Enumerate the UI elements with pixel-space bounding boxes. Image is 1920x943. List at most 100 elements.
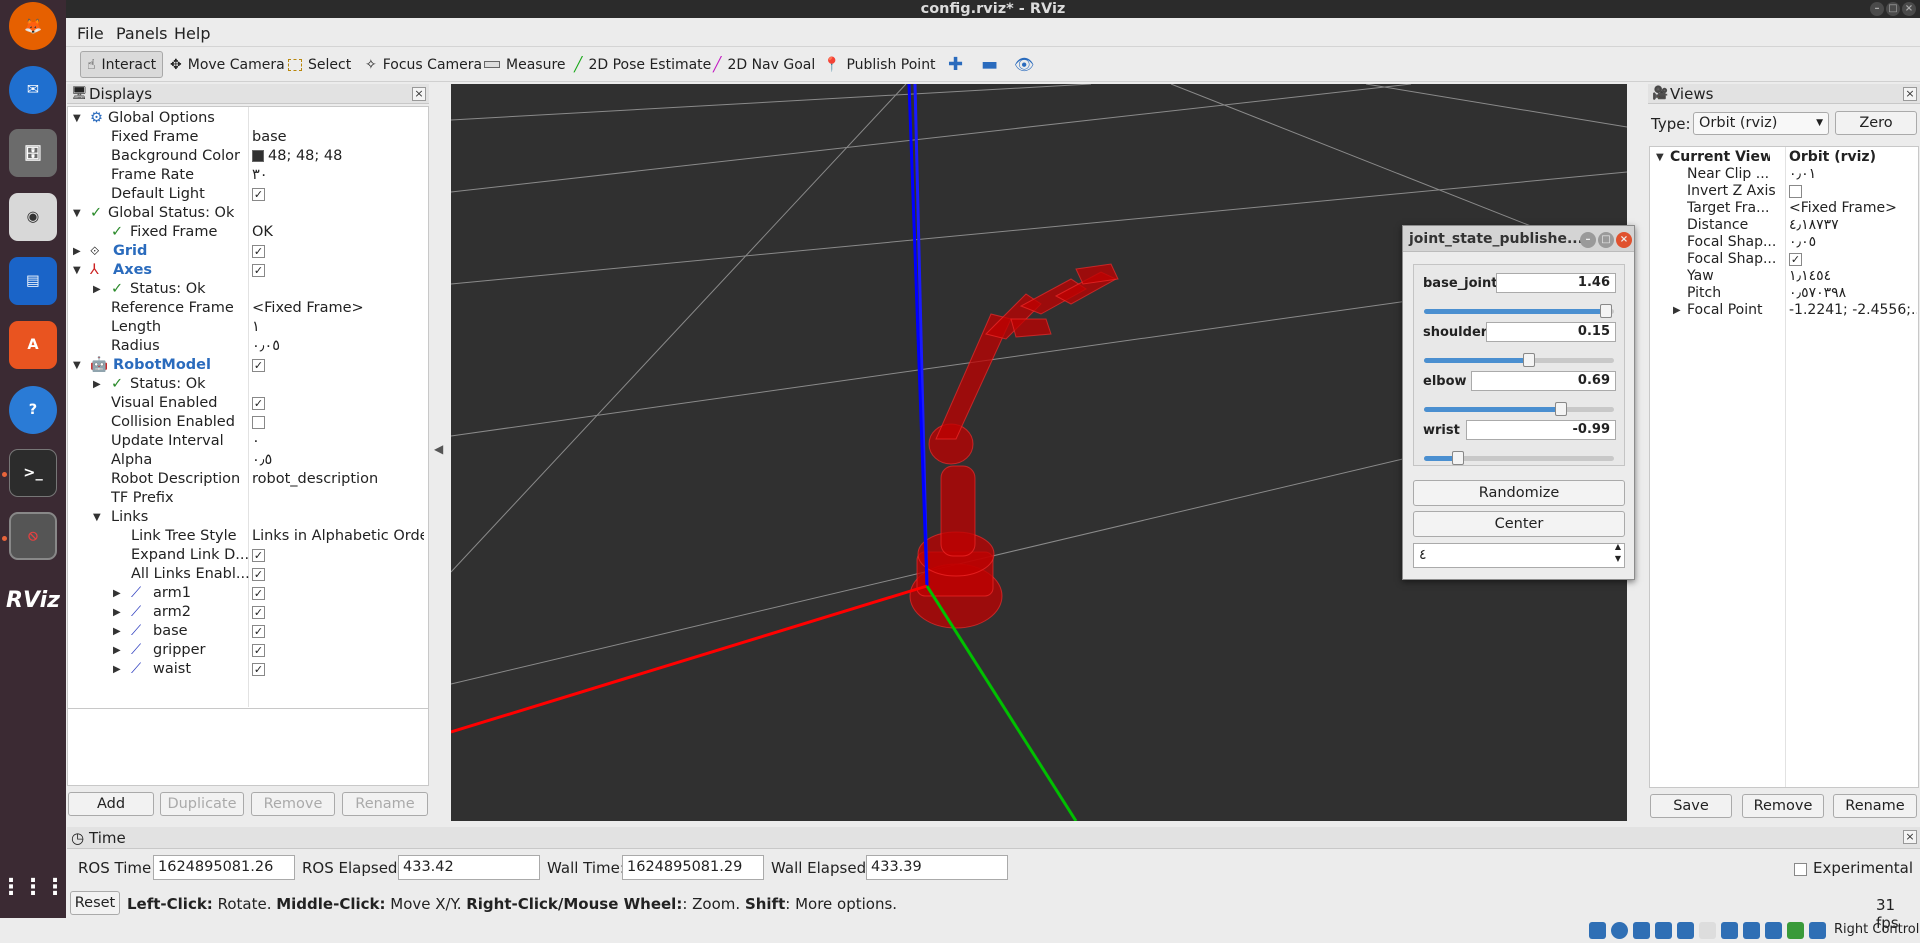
tree-row-tf-prefix[interactable]: TF Prefix — [68, 489, 426, 508]
collapse-arrow-icon[interactable]: ▼ — [73, 261, 81, 280]
target-frame-value[interactable]: <Fixed Frame> — [1789, 200, 1917, 217]
update-value[interactable]: ٠ — [252, 432, 424, 451]
grid-checkbox[interactable]: ✓ — [252, 242, 424, 261]
reset-button[interactable]: Reset — [70, 891, 120, 915]
tree-row-axes[interactable]: ▼ ⅄ Axes ✓ — [68, 261, 426, 280]
link-checkbox[interactable]: ✓ — [252, 603, 424, 622]
tree-row-link-arm2[interactable]: ▶ ⟋ arm2 ✓ — [68, 603, 426, 622]
expand-arrow-icon[interactable]: ▶ — [93, 375, 101, 394]
writer-icon[interactable]: ▤ — [9, 257, 57, 305]
spin-arrows-icon[interactable]: ▲ ▼ — [1615, 541, 1621, 565]
expand-checkbox[interactable]: ✓ — [252, 546, 424, 565]
ros-elapsed-field[interactable]: 433.42 — [398, 855, 540, 880]
collapse-arrow-icon[interactable]: ▼ — [1656, 149, 1664, 166]
collapse-arrow-icon[interactable]: ▼ — [93, 508, 101, 527]
wall-time-field[interactable]: 1624895081.29 — [622, 855, 764, 880]
menu-file[interactable]: File — [77, 24, 104, 43]
tree-row-bg-color[interactable]: Background Color 48; 48; 48 — [68, 147, 426, 166]
tree-row-focal-point[interactable]: ▶ Focal Point -1.2241; -2.4556;... — [1650, 302, 1918, 319]
tray-icon[interactable] — [1743, 922, 1760, 939]
pose-estimate-tool[interactable]: ╱ 2D Pose Estimate — [568, 51, 717, 78]
tree-row-link-base[interactable]: ▶ ⟋ base ✓ — [68, 622, 426, 641]
tree-row-default-light[interactable]: Default Light ✓ — [68, 185, 426, 204]
experimental-checkbox[interactable] — [1794, 861, 1807, 877]
tool-properties-button[interactable]: 👁 — [1008, 51, 1040, 78]
show-apps-icon[interactable]: ⋮⋮⋮ — [0, 863, 66, 911]
joint-value-field[interactable]: 0.69 — [1471, 371, 1616, 391]
focus-camera-tool[interactable]: ✧ Focus Camera — [359, 51, 488, 78]
link-checkbox[interactable]: ✓ — [252, 641, 424, 660]
tree-row-link-gripper[interactable]: ▶ ⟋ gripper ✓ — [68, 641, 426, 660]
tree-row-axes-status[interactable]: ▶ ✓ Status: Ok — [68, 280, 426, 299]
collapse-left-handle-icon[interactable]: ◀ — [434, 442, 443, 456]
link-tree-value[interactable]: Links in Alphabetic Order — [252, 527, 424, 546]
collision-checkbox[interactable] — [252, 413, 424, 432]
all-links-checkbox[interactable]: ✓ — [252, 565, 424, 584]
tree-row-alpha[interactable]: Alpha ٠٫٥ — [68, 451, 426, 470]
tree-row-link-tree-style[interactable]: Link Tree Style Links in Alphabetic Orde… — [68, 527, 426, 546]
blocked-app-icon[interactable]: ⦸ — [9, 512, 57, 560]
remove-view-button[interactable]: Remove — [1742, 794, 1824, 818]
help-icon[interactable]: ? — [9, 386, 57, 434]
robot-model-checkbox[interactable]: ✓ — [252, 356, 424, 375]
time-close-icon[interactable]: × — [1903, 830, 1917, 844]
robot-desc-value[interactable]: robot_description — [252, 470, 424, 489]
maximize-icon[interactable]: □ — [1886, 2, 1900, 16]
tree-row-focal-shape-size[interactable]: Focal Shap... ٠٫٠٥ — [1650, 234, 1918, 251]
link-checkbox[interactable]: ✓ — [252, 622, 424, 641]
tree-row-fixed-frame[interactable]: Fixed Frame base — [68, 128, 426, 147]
add-display-button[interactable]: Add — [68, 792, 154, 816]
tree-row-robot-model[interactable]: ▼ 🤖 RobotModel ✓ — [68, 356, 426, 375]
axes-checkbox[interactable]: ✓ — [252, 261, 424, 280]
joint-slider[interactable] — [1424, 353, 1614, 367]
software-icon[interactable]: A — [9, 321, 57, 369]
tree-row-focal-shape-fixed[interactable]: Focal Shap... ✓ — [1650, 251, 1918, 268]
terminal-icon[interactable]: >_ — [9, 449, 57, 497]
tree-row-link-arm1[interactable]: ▶ ⟋ arm1 ✓ — [68, 584, 426, 603]
duplicate-display-button[interactable]: Duplicate — [160, 792, 244, 816]
select-tool[interactable]: Select — [282, 51, 357, 78]
tree-row-frame-rate[interactable]: Frame Rate ٣٠ — [68, 166, 426, 185]
bg-color-field[interactable]: 48; 48; 48 — [252, 147, 424, 166]
expand-arrow-icon[interactable]: ▶ — [73, 242, 81, 261]
slider-knob[interactable] — [1600, 304, 1613, 318]
joint-slider[interactable] — [1424, 304, 1614, 318]
tree-row-invert-z[interactable]: Invert Z Axis — [1650, 183, 1918, 200]
joint-slider[interactable] — [1424, 402, 1614, 416]
tree-row-length[interactable]: Length ١ — [68, 318, 426, 337]
tray-icon[interactable] — [1809, 922, 1826, 939]
focal-point-value[interactable]: -1.2241; -2.4556;... — [1789, 302, 1917, 319]
expand-arrow-icon[interactable]: ▶ — [113, 660, 121, 679]
tray-icon[interactable] — [1677, 922, 1694, 939]
rename-display-button[interactable]: Rename — [342, 792, 428, 816]
collapse-arrow-icon[interactable]: ▼ — [73, 109, 81, 128]
tree-row-yaw[interactable]: Yaw ١٫١٤٥٤ — [1650, 268, 1918, 285]
tree-row-global-options[interactable]: ▼ ⚙ Global Options — [68, 109, 426, 128]
tree-row-ref-frame[interactable]: Reference Frame <Fixed Frame> — [68, 299, 426, 318]
yaw-value[interactable]: ١٫١٤٥٤ — [1789, 268, 1917, 285]
tree-row-target-frame[interactable]: Target Fra... <Fixed Frame> — [1650, 200, 1918, 217]
tree-row-global-status[interactable]: ▼ ✓ Global Status: Ok — [68, 204, 426, 223]
default-light-checkbox[interactable]: ✓ — [252, 185, 424, 204]
expand-arrow-icon[interactable]: ▶ — [113, 641, 121, 660]
tree-row-pitch[interactable]: Pitch ٠٫٥٧٠٣٩٨ — [1650, 285, 1918, 302]
remove-display-button[interactable]: Remove — [251, 792, 335, 816]
interact-tool[interactable]: ☝ Interact — [80, 51, 164, 78]
zero-button[interactable]: Zero — [1835, 111, 1917, 135]
length-value[interactable]: ١ — [252, 318, 424, 337]
move-camera-tool[interactable]: ✥ Move Camera — [164, 51, 291, 78]
tray-icon[interactable] — [1787, 922, 1804, 939]
measure-tool[interactable]: Measure — [478, 51, 572, 78]
expand-arrow-icon[interactable]: ▶ — [113, 603, 121, 622]
invert-z-checkbox[interactable] — [1789, 183, 1917, 200]
tree-row-grid[interactable]: ▶ ⟐ Grid ✓ — [68, 242, 426, 261]
tree-row-current-view[interactable]: ▼ Current View Orbit (rviz) — [1650, 149, 1918, 166]
jsp-titlebar[interactable]: joint_state_publishe... – □ × — [1403, 226, 1634, 252]
distance-value[interactable]: ٤٫١٨٧٣٧ — [1789, 217, 1917, 234]
nav-goal-tool[interactable]: ╱ 2D Nav Goal — [707, 51, 821, 78]
displays-tree[interactable]: ▼ ⚙ Global Options Fixed Frame base Back… — [67, 106, 429, 710]
tree-row-link-waist[interactable]: ▶ ⟋ waist ✓ — [68, 660, 426, 679]
tree-row-radius[interactable]: Radius ٠٫٠٥ — [68, 337, 426, 356]
remove-tool-button[interactable]: ▬ — [975, 51, 1004, 78]
focal-shape-value[interactable]: ٠٫٠٥ — [1789, 234, 1917, 251]
